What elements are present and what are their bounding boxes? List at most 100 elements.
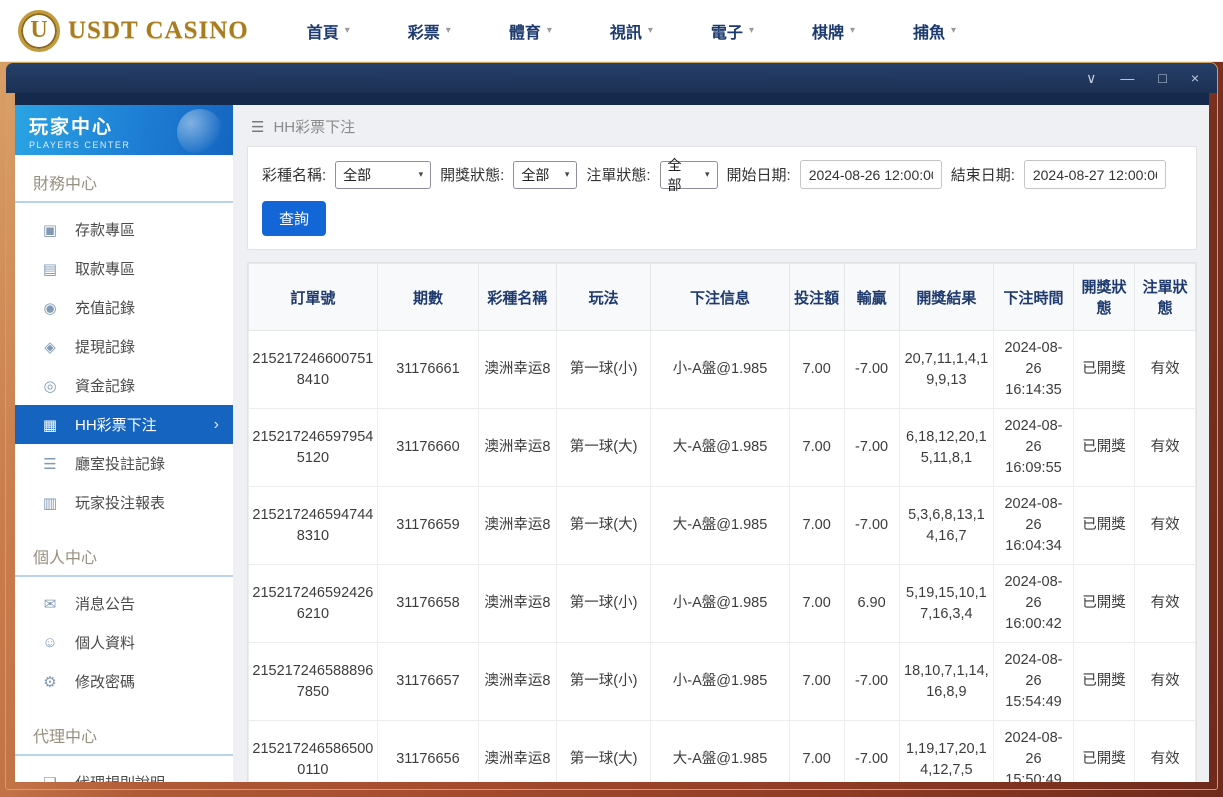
nav-item-home[interactable]: 首頁 ▾ — [307, 19, 350, 43]
nav-item-label: 棋牌 — [811, 24, 844, 42]
search-button[interactable]: 查詢 — [262, 201, 327, 236]
cell-draw-status: 已開獎 — [1072, 329, 1136, 410]
cell-amount: 7.00 — [788, 642, 845, 722]
lottery-bets-icon: ▦ — [42, 416, 58, 434]
chevron-down-icon: ▾ — [849, 25, 856, 36]
sidebar-item-room-bet-records[interactable]: ☰ 廳室投註記錄 — [15, 444, 233, 483]
cell-period: 31176658 — [376, 564, 480, 644]
nav-item-lottery[interactable]: 彩票 ▾ — [408, 19, 451, 43]
col-time: 下注時間 — [993, 263, 1074, 331]
sidebar-item-change-password[interactable]: ⚙ 修改密碼 — [15, 662, 233, 701]
nav-item-label: 視訊 — [609, 24, 642, 42]
sidebar-item-profile[interactable]: ☺ 個人資料 — [15, 623, 233, 662]
chevron-down-icon: ▾ — [546, 25, 552, 36]
sidebar-item-label: 提現記錄 — [75, 339, 136, 356]
sidebar: 玩家中心 PLAYERS CENTER 財務中心 ▣ 存款專區 ▤ 取款專區 ◉… — [15, 105, 233, 782]
cell-order-id: 2152172466007518410 — [248, 329, 378, 410]
cell-amount: 7.00 — [788, 564, 845, 644]
cell-draw-status: 已開獎 — [1072, 408, 1136, 488]
nav-item-sports[interactable]: 體育 ▾ — [509, 19, 552, 43]
order-status-select[interactable]: 全部 ▾ — [659, 157, 718, 193]
table-row: 2152172466007518410 31176661 澳洲幸运8 第一球(小… — [248, 329, 1196, 410]
section-title-personal: 個人中心 — [15, 529, 233, 577]
players-center-header: 玩家中心 PLAYERS CENTER — [15, 105, 233, 155]
nav-item-label: 體育 — [508, 24, 541, 42]
cell-order-status: 有效 — [1134, 486, 1196, 566]
sidebar-item-recharge-record[interactable]: ◉ 充值記錄 — [15, 288, 233, 327]
cell-time: 2024-08-26 15:50:49 — [993, 720, 1074, 782]
sidebar-item-withdraw[interactable]: ▤ 取款專區 — [15, 249, 233, 288]
cell-amount: 7.00 — [788, 408, 845, 488]
col-play: 玩法 — [555, 263, 652, 331]
window-titlebar: ∨ — □ × — [6, 63, 1217, 93]
sidebar-item-label: 取款專區 — [75, 261, 136, 278]
bets-table: 訂單號 期數 彩種名稱 玩法 下注信息 投注額 輸贏 開獎結果 下注時間 開獎狀… — [248, 263, 1196, 782]
cell-result: 18,10,7,1,14,16,8,9 — [898, 642, 995, 722]
order-status-value: 全部 — [667, 156, 682, 193]
sidebar-item-player-bet-report[interactable]: ▥ 玩家投注報表 — [15, 483, 233, 522]
sidebar-item-deposit[interactable]: ▣ 存款專區 — [15, 210, 233, 249]
draw-status-select[interactable]: 全部 ▾ — [513, 160, 578, 189]
collapse-icon[interactable]: ∨ — [1086, 71, 1096, 85]
close-icon[interactable]: × — [1191, 71, 1199, 85]
nav-item-video[interactable]: 視訊 ▾ — [610, 19, 653, 43]
lottery-name-select[interactable]: 全部 ▾ — [335, 160, 432, 189]
cell-amount: 7.00 — [788, 486, 845, 566]
change-password-icon: ⚙ — [43, 673, 57, 691]
window-body: 玩家中心 PLAYERS CENTER 財務中心 ▣ 存款專區 ▤ 取款專區 ◉… — [6, 93, 1217, 789]
player-center-window: ∨ — □ × 玩家中心 PLAYERS CENTER 財務中心 ▣ 存款專區 … — [5, 62, 1218, 790]
cell-time: 2024-08-26 16:04:34 — [993, 486, 1074, 566]
hamburger-icon[interactable]: ☰ — [251, 118, 264, 136]
nav-item-slots[interactable]: 電子 ▾ — [711, 19, 754, 43]
col-lottery: 彩種名稱 — [478, 263, 557, 331]
cell-amount: 7.00 — [788, 720, 845, 782]
cell-order-id: 2152172465865000110 — [248, 720, 378, 782]
chevron-down-icon: ▾ — [951, 25, 957, 36]
start-date-input[interactable] — [799, 160, 942, 189]
cell-lottery: 澳洲幸运8 — [478, 329, 557, 410]
site-top-strip — [15, 93, 1209, 105]
end-date-input[interactable] — [1023, 160, 1166, 189]
cell-draw-status: 已開獎 — [1072, 486, 1136, 566]
cell-win: -7.00 — [843, 486, 900, 566]
cell-result: 5,3,6,8,13,14,16,7 — [898, 486, 995, 566]
cell-bet-info: 小-A盤@1.985 — [650, 564, 790, 644]
table-row: 2152172465979545120 31176660 澳洲幸运8 第一球(大… — [248, 408, 1196, 488]
cell-result: 6,18,12,20,15,11,8,1 — [898, 408, 995, 488]
col-order-status: 注單狀態 — [1134, 263, 1196, 331]
sidebar-item-agent-rules[interactable]: ❏ 代理規則說明 — [15, 763, 233, 783]
maximize-icon[interactable]: □ — [1158, 71, 1166, 85]
sidebar-item-label: 廳室投註記錄 — [75, 456, 166, 473]
sidebar-item-label: 資金記錄 — [75, 378, 136, 395]
cell-order-id: 2152172465947448310 — [248, 486, 378, 566]
announcements-icon: ✉ — [43, 595, 57, 613]
withdraw-icon: ▤ — [42, 260, 58, 278]
sidebar-item-funds-record[interactable]: ◎ 資金記錄 — [15, 366, 233, 405]
section-title-agent: 代理中心 — [15, 708, 233, 756]
page-title: HH彩票下注 — [273, 119, 356, 136]
cell-result: 20,7,11,1,4,19,9,13 — [898, 329, 995, 410]
cell-time: 2024-08-26 16:14:35 — [993, 329, 1074, 410]
cell-play: 第一球(大) — [555, 486, 652, 566]
chevron-down-icon: ▾ — [704, 169, 710, 179]
agent-rules-icon: ❏ — [41, 774, 59, 783]
logo[interactable]: U USDT CASINO — [18, 9, 249, 52]
end-date-label: 結束日期: — [950, 167, 1015, 184]
cell-bet-info: 小-A盤@1.985 — [650, 329, 790, 410]
nav-item-fishing[interactable]: 捕魚 ▾ — [913, 19, 956, 43]
table-row: 2152172465888967850 31176657 澳洲幸运8 第一球(小… — [248, 642, 1196, 722]
cell-bet-info: 大-A盤@1.985 — [650, 408, 790, 488]
table-row: 2152172465947448310 31176659 澳洲幸运8 第一球(大… — [248, 486, 1196, 566]
sidebar-item-withdrawal-record[interactable]: ◈ 提現記錄 — [15, 327, 233, 366]
minimize-icon[interactable]: — — [1120, 71, 1134, 85]
sidebar-item-hh-lottery-bets[interactable]: ▦ HH彩票下注 › — [15, 405, 233, 444]
sidebar-item-label: 充值記錄 — [75, 300, 136, 317]
agent-menu: ❏ 代理規則說明 — [15, 756, 233, 783]
cell-order-id: 2152172465888967850 — [248, 642, 378, 722]
sidebar-item-announcements[interactable]: ✉ 消息公告 — [15, 584, 233, 623]
deposit-icon: ▣ — [42, 221, 58, 239]
nav-item-cards[interactable]: 棋牌 ▾ — [812, 19, 855, 43]
cell-period: 31176660 — [376, 408, 480, 488]
table-row: 2152172465924266210 31176658 澳洲幸运8 第一球(小… — [248, 564, 1196, 644]
cell-period: 31176659 — [376, 486, 480, 566]
